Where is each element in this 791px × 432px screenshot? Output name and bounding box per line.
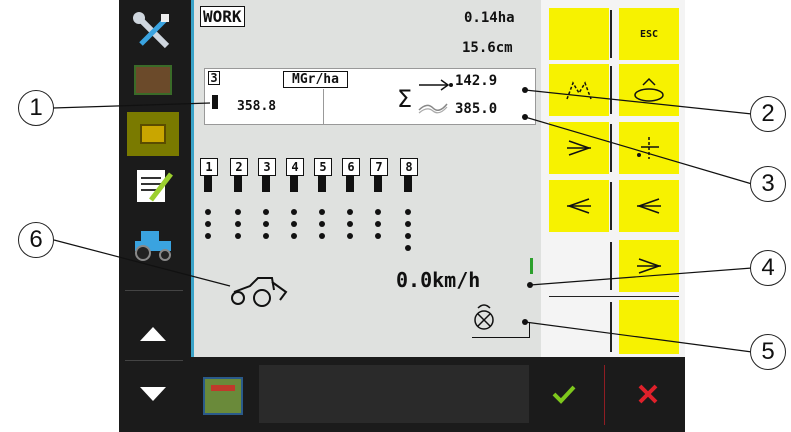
callout-line-5: [524, 321, 753, 353]
callout-2: 2: [750, 96, 786, 132]
callout-line-6: [53, 239, 231, 287]
callout-5: 5: [750, 334, 786, 370]
callout-1: 1: [18, 90, 54, 126]
callout-lines: [52, 87, 753, 353]
callout-3: 3: [750, 166, 786, 202]
callout-6: 6: [18, 222, 54, 258]
callout-line-3: [524, 116, 753, 185]
callout-line-4: [529, 267, 753, 286]
callout-4: 4: [750, 250, 786, 286]
callout-line-2: [524, 89, 753, 115]
callout-line-1: [52, 102, 211, 109]
